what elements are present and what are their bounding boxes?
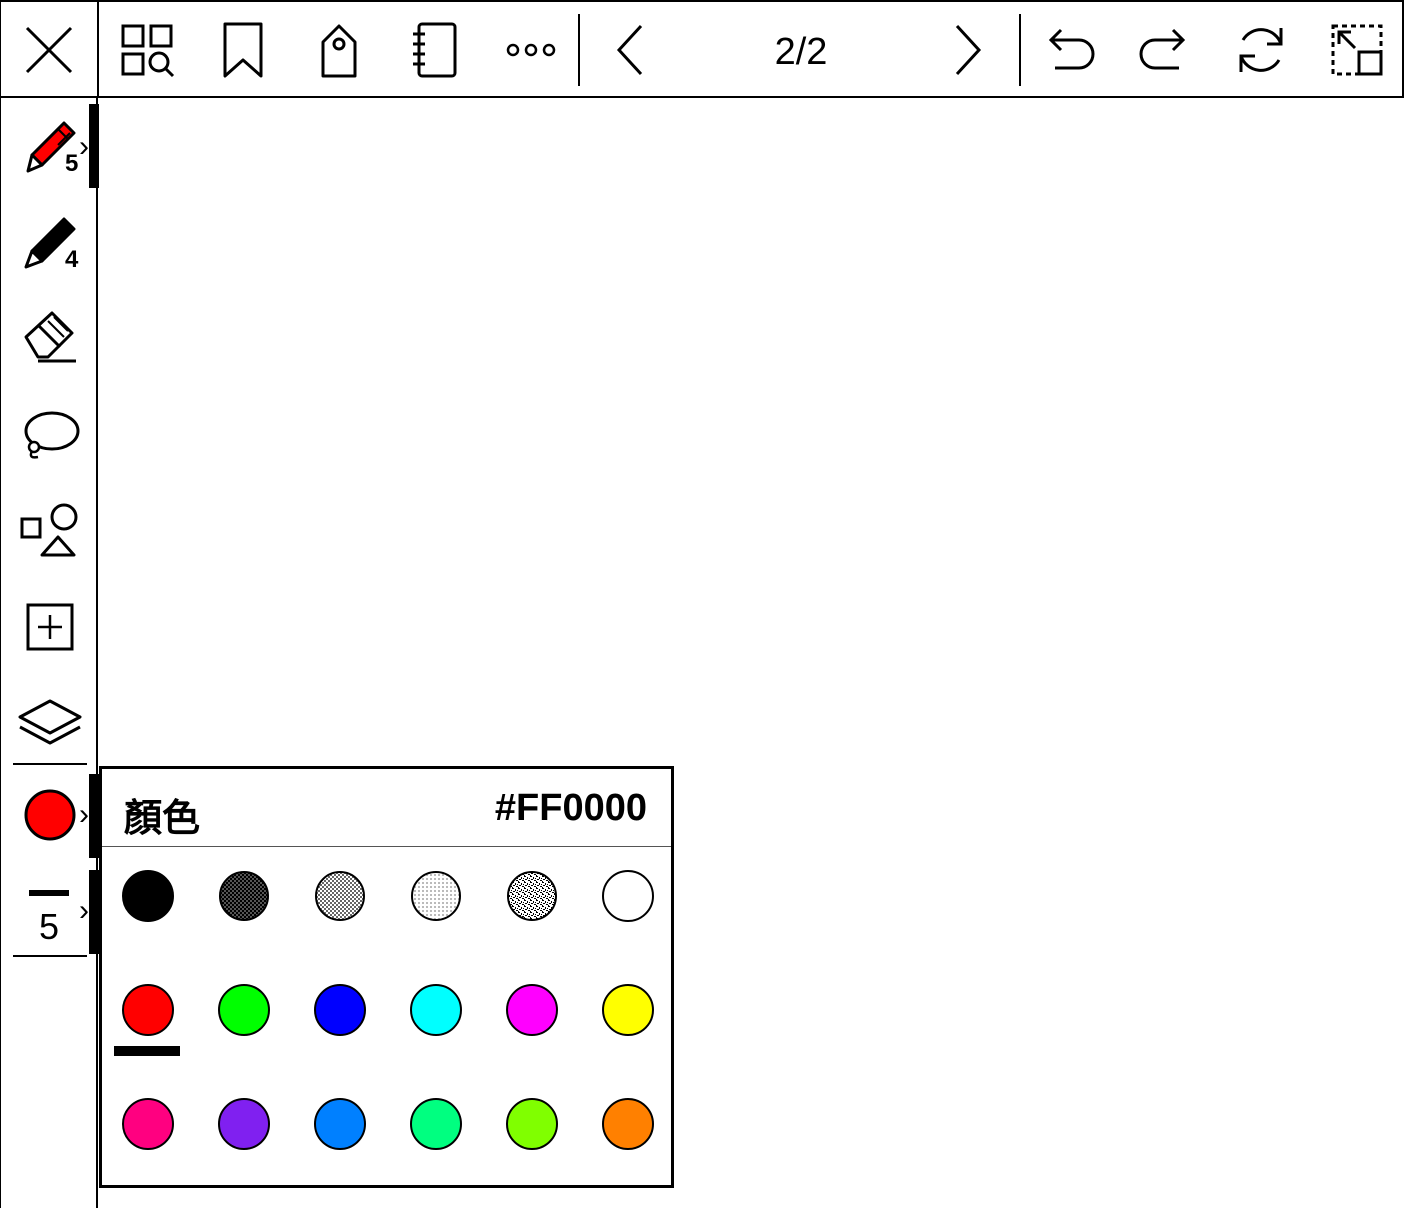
sync-button[interactable] <box>1221 10 1301 90</box>
color-swatch[interactable] <box>122 870 174 922</box>
redo-button[interactable] <box>1125 10 1205 90</box>
notebook-icon <box>413 22 457 78</box>
color-swatch[interactable] <box>602 984 654 1036</box>
pencil-width-badge: 4 <box>65 246 79 273</box>
page-indicator[interactable]: 2/2 <box>701 24 901 80</box>
color-swatch[interactable] <box>602 1098 654 1150</box>
pencil-tool-button[interactable]: 4 <box>9 202 91 284</box>
color-popup-header: 顏色 #FF0000 <box>102 769 671 847</box>
thumbnail-search-icon <box>121 24 175 78</box>
color-swatch[interactable] <box>122 1098 174 1150</box>
layers-tool-button[interactable] <box>9 682 91 764</box>
more-button[interactable] <box>491 10 571 90</box>
chevron-left-icon <box>616 24 643 76</box>
notebook-button[interactable] <box>395 10 475 90</box>
sync-icon <box>1239 28 1283 72</box>
color-swatch[interactable] <box>218 870 270 922</box>
color-swatch[interactable] <box>410 870 462 922</box>
marker-width-badge: 5 <box>65 150 79 177</box>
bookmark-button[interactable] <box>203 10 283 90</box>
color-swatch[interactable] <box>410 1098 462 1150</box>
color-swatch[interactable] <box>122 984 174 1036</box>
undo-button[interactable] <box>1029 10 1109 90</box>
bookmark-icon <box>223 22 263 78</box>
color-swatch[interactable] <box>314 870 366 922</box>
toolbar-separator <box>578 14 580 86</box>
chevron-right-icon: › <box>79 130 89 163</box>
color-popup: 顏色 #FF0000 <box>99 766 674 1188</box>
insert-icon <box>26 603 74 651</box>
resize-button[interactable] <box>1317 10 1397 90</box>
insert-tool-button[interactable] <box>9 586 91 668</box>
lasso-icon <box>24 411 80 459</box>
prev-page-button[interactable] <box>591 10 671 90</box>
redo-icon <box>1139 28 1186 70</box>
layers-icon <box>18 699 82 745</box>
color-swatch[interactable] <box>506 1098 558 1150</box>
lasso-tool-button[interactable] <box>9 394 91 476</box>
thumbnail-search-button[interactable] <box>107 10 187 90</box>
tool-sidebar: 5 › 4 › 5 › <box>0 98 99 1208</box>
shapes-tool-button[interactable] <box>9 490 91 572</box>
color-popup-title: 顏色 <box>124 796 201 840</box>
color-swatch[interactable] <box>314 984 366 1036</box>
color-swatch[interactable] <box>314 1098 366 1150</box>
line-width-value: 5 <box>39 906 60 947</box>
selected-color-indicator <box>114 1046 180 1056</box>
resize-icon <box>1331 24 1383 76</box>
eraser-icon <box>24 311 76 363</box>
color-hex-value: #FF0000 <box>494 787 647 829</box>
sidebar-separator <box>13 955 87 957</box>
close-icon <box>25 26 73 74</box>
undo-icon <box>1048 28 1095 70</box>
shapes-icon <box>20 503 78 557</box>
color-swatch[interactable] <box>410 984 462 1036</box>
toolbar-separator <box>1019 14 1021 86</box>
top-toolbar: 2/2 <box>0 0 1404 98</box>
chevron-right-icon: › <box>79 798 89 831</box>
tag-icon <box>321 24 357 78</box>
more-icon <box>506 43 556 57</box>
next-page-button[interactable] <box>927 10 1007 90</box>
chevron-right-icon <box>955 24 982 76</box>
chevron-right-icon: › <box>79 894 89 927</box>
color-swatch[interactable] <box>602 870 654 922</box>
line-width-bar <box>29 890 69 896</box>
current-color-icon <box>24 789 76 841</box>
color-swatch[interactable] <box>218 984 270 1036</box>
eraser-tool-button[interactable] <box>9 298 91 380</box>
color-swatch[interactable] <box>506 870 558 922</box>
color-swatch[interactable] <box>506 984 558 1036</box>
tag-button[interactable] <box>299 10 379 90</box>
toolbar-divider <box>97 2 99 96</box>
sidebar-separator <box>13 763 87 765</box>
color-swatch[interactable] <box>218 1098 270 1150</box>
close-button[interactable] <box>9 10 89 90</box>
